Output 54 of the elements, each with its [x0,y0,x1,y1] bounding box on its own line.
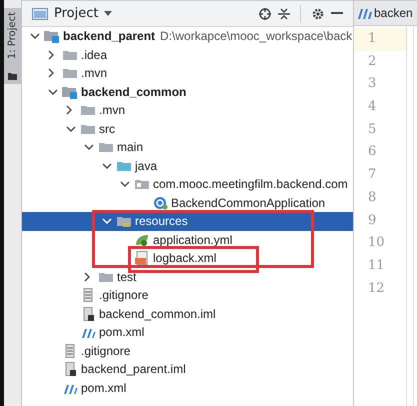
tree-item-label: src [99,122,115,136]
tree-item-label: backend_common [81,84,186,99]
tree-item-label: resources [135,214,188,228]
tree-item-label: pom.xml [99,325,144,340]
tree-item-label: test [117,270,136,284]
package-icon [134,177,150,192]
tree-item-label: main [117,140,144,154]
project-tool-tab[interactable]: 1: Project [4,8,21,84]
tree-item-label: pom.xml [81,380,126,395]
tree-item-label: logback.xml [153,251,216,266]
project-path: D:\workapce\mooc_workspace\back [160,29,352,44]
tree-item-label: backend_parent [63,29,156,44]
line-number: 10 [367,234,386,252]
tree-item-label: .mvn [99,103,126,118]
leaf-icon [134,232,150,247]
minimize-icon[interactable] [331,12,343,15]
line-number: 6 [367,143,378,162]
line-number: 1 [354,28,406,51]
resources-folder-icon [116,214,132,228]
line-number: 7 [367,166,378,184]
tree-item-label: backend_common.iml [99,306,216,321]
editor-tab[interactable]: backen [354,0,417,26]
dropdown-caret-icon[interactable] [104,11,112,16]
line-number: 12 [367,280,386,298]
tree-item-label: backend_parent.iml [81,362,186,376]
selected-row-highlight[interactable]: resources [22,212,353,230]
tree-item-label: .mvn [81,66,108,80]
folder-icon [8,72,17,80]
line-number: 3 [367,75,378,94]
settings-icon[interactable] [311,6,325,20]
tree-item-label: application.yml [153,232,232,247]
panel-title[interactable]: Project [54,6,98,21]
locate-icon[interactable] [258,6,272,20]
class-icon [152,196,168,210]
line-number: 9 [367,212,378,230]
collapse-all-icon[interactable] [278,6,290,20]
module-folder-icon [44,29,60,44]
tree-item-label: com.mooc.meetingfilm.backend.com [153,177,348,192]
line-number: 8 [367,188,378,207]
folder-icon [80,103,96,118]
tree-item-label: .gitignore [99,288,148,302]
line-number: 4 [367,98,378,116]
line-number: 11 [367,256,386,275]
folder-icon [98,140,114,154]
tree-item-label: .idea [81,48,108,62]
line-number: 2 [367,52,378,71]
xml-file-icon [134,251,150,266]
tree-item-label: java [135,158,158,173]
project-icon [32,6,48,20]
tree-item-label: .gitignore [81,344,130,358]
folder-icon [62,66,78,80]
tree-item-label: BackendCommonApplication [171,196,326,210]
module-folder-icon [62,84,78,99]
line-number: 5 [367,120,378,139]
